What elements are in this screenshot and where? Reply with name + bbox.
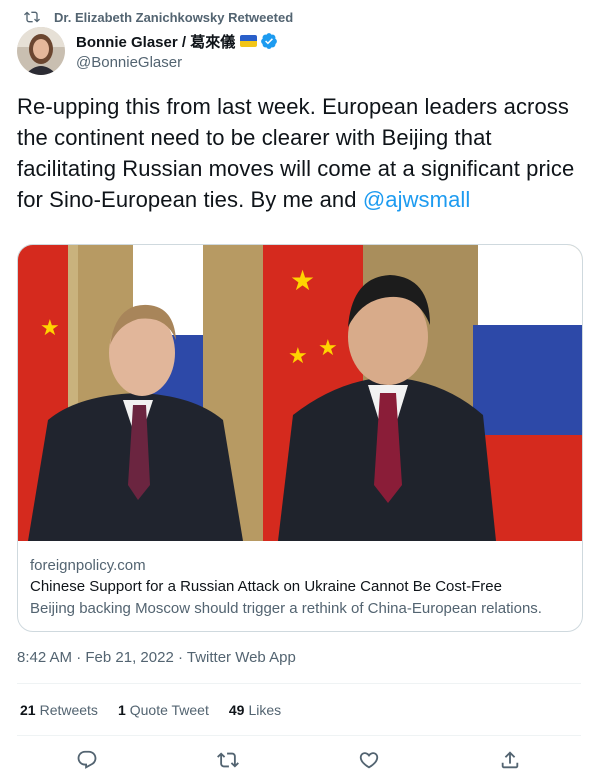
- ukraine-flag-icon: [240, 35, 258, 47]
- card-title: Chinese Support for a Russian Attack on …: [30, 578, 502, 595]
- svg-text:★: ★: [290, 264, 315, 297]
- quote-count: 1: [117, 702, 126, 718]
- card-domain: foreignpolicy.com: [30, 557, 146, 574]
- likes-label: Likes: [248, 702, 282, 718]
- retweet-icon: [24, 11, 40, 23]
- link-preview-card[interactable]: ★ ★ ★ ★ foreignpolicy.com Chinese Suppor…: [17, 244, 583, 632]
- share-icon[interactable]: [499, 749, 521, 771]
- svg-text:★: ★: [318, 336, 338, 361]
- retweets-count: 21: [20, 702, 36, 718]
- meta-separator: ·: [72, 649, 86, 666]
- author-handle[interactable]: @BonnieGlaser: [76, 54, 278, 71]
- tweet-metadata: 8:42 AM · Feb 21, 2022 · Twitter Web App: [17, 649, 296, 666]
- tweet-time[interactable]: 8:42 AM: [17, 649, 72, 666]
- avatar[interactable]: [17, 27, 65, 75]
- verified-badge-icon: [261, 33, 278, 49]
- tweet-text: Re-upping this from last week. European …: [17, 91, 587, 215]
- quote-label: Quote Tweet: [129, 702, 209, 718]
- retweet-indicator[interactable]: Dr. Elizabeth Zanichkowsky Retweeted: [24, 8, 293, 26]
- retweets-stat[interactable]: 21 Retweets: [20, 702, 98, 718]
- retweets-label: Retweets: [39, 702, 98, 718]
- author-block[interactable]: Bonnie Glaser / 葛來儀 @BonnieGlaser: [76, 31, 278, 71]
- card-image[interactable]: ★ ★ ★ ★: [18, 245, 582, 541]
- divider: [17, 735, 581, 736]
- retweeted-by-label: Dr. Elizabeth Zanichkowsky Retweeted: [54, 9, 294, 25]
- divider: [17, 683, 581, 684]
- tweet-client[interactable]: Twitter Web App: [187, 649, 296, 666]
- author-name[interactable]: Bonnie Glaser / 葛來儀: [76, 31, 235, 52]
- likes-stat[interactable]: 49 Likes: [229, 702, 281, 718]
- svg-text:★: ★: [288, 344, 308, 369]
- quote-tweets-stat[interactable]: 1 Quote Tweet: [118, 702, 209, 718]
- tweet-date[interactable]: Feb 21, 2022: [85, 649, 173, 666]
- reply-icon[interactable]: [76, 749, 98, 771]
- svg-text:★: ★: [40, 316, 60, 341]
- likes-count: 49: [228, 702, 245, 718]
- tweet-body: Re-upping this from last week. European …: [17, 94, 575, 212]
- card-description: Beijing backing Moscow should trigger a …: [30, 600, 542, 617]
- meta-separator: ·: [173, 649, 187, 666]
- engagement-stats: 21 Retweets 1 Quote Tweet 49 Likes: [20, 702, 301, 718]
- like-icon[interactable]: [358, 749, 380, 771]
- mention-link[interactable]: @ajwsmall: [363, 187, 471, 212]
- retweet-icon[interactable]: [217, 749, 239, 771]
